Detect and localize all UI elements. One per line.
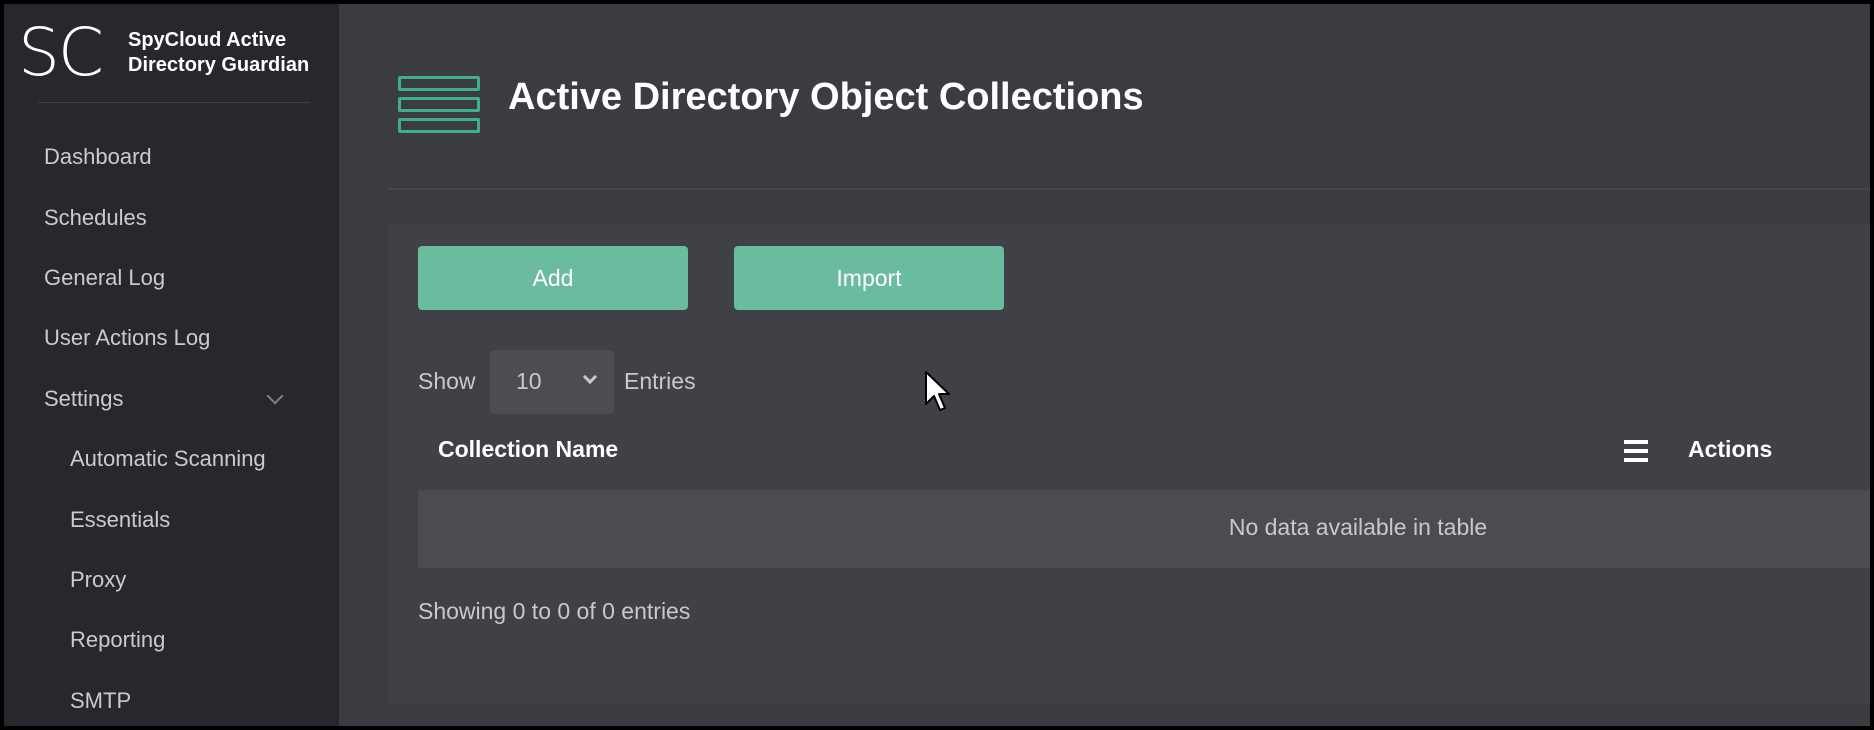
sidebar-item-proxy[interactable]: Proxy [70, 567, 126, 593]
sidebar-item-essentials[interactable]: Essentials [70, 507, 170, 533]
table-info: Showing 0 to 0 of 0 entries [418, 598, 691, 624]
sidebar-item-user-actions-log[interactable]: User Actions Log [44, 325, 210, 351]
title-divider [388, 188, 1870, 190]
sidebar-item-general-log[interactable]: General Log [44, 265, 165, 291]
menu-icon[interactable] [1624, 440, 1648, 462]
table-empty-row: No data available in table [418, 490, 1870, 568]
page-title: Active Directory Object Collections [508, 76, 1144, 118]
entries-per-page-select[interactable]: 10 [490, 350, 614, 414]
sidebar-divider [38, 102, 310, 103]
brand-name-line1: SpyCloud Active [128, 29, 287, 51]
sidebar-item-reporting[interactable]: Reporting [70, 627, 165, 653]
mouse-pointer-icon [925, 371, 950, 411]
entries-per-page-value: 10 [516, 368, 542, 394]
column-header-actions: Actions [1688, 436, 1773, 462]
app-window: SC SpyCloud Active Directory Guardian Da… [4, 4, 1870, 726]
collection-stack-icon [398, 76, 482, 136]
brand-name-line2: Directory Guardian [128, 54, 310, 76]
sidebar-item-automatic-scanning[interactable]: Automatic Scanning [70, 446, 266, 472]
brand-name: SpyCloud Active Directory Guardian [128, 28, 343, 78]
show-label: Show [418, 368, 476, 394]
sidebar-item-settings[interactable]: Settings [44, 386, 124, 412]
sidebar-item-smtp[interactable]: SMTP [70, 688, 131, 714]
add-button[interactable]: Add [418, 246, 688, 310]
chevron-down-icon [582, 369, 598, 385]
collections-panel: Add Import Show 10 Entries Collection Na… [388, 224, 1870, 704]
sidebar-item-dashboard[interactable]: Dashboard [44, 144, 152, 170]
sidebar-item-schedules[interactable]: Schedules [44, 205, 147, 231]
entries-label: Entries [624, 368, 696, 394]
sidebar: SC SpyCloud Active Directory Guardian Da… [4, 4, 339, 726]
empty-table-message: No data available in table [1228, 514, 1488, 540]
column-header-collection-name[interactable]: Collection Name [438, 436, 618, 463]
brand-logo: SC [18, 14, 104, 91]
chevron-down-icon[interactable] [266, 387, 284, 405]
import-button[interactable]: Import [734, 246, 1004, 310]
